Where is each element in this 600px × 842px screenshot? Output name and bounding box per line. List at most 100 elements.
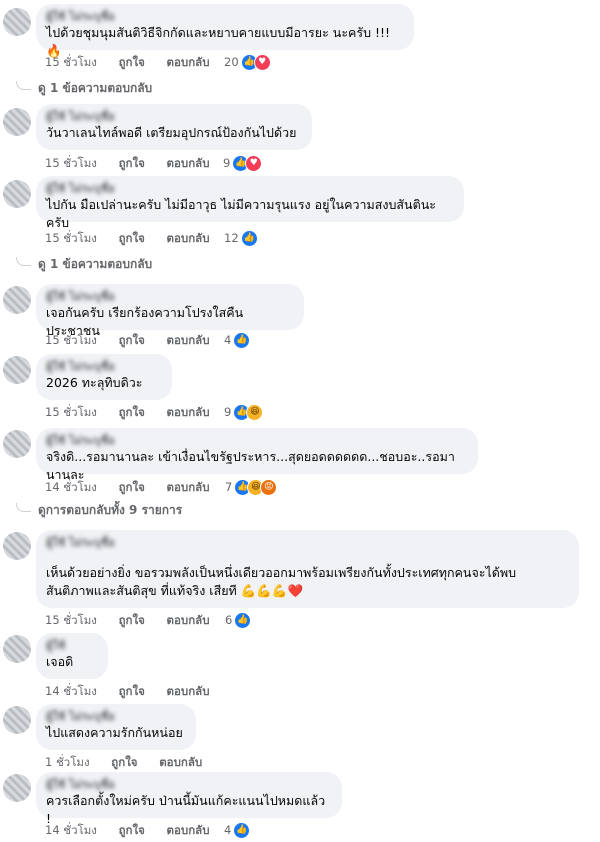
view-replies-link[interactable]: ดู 1 ข้อความตอบกลับ xyxy=(15,79,152,97)
reply-button[interactable]: ตอบกลับ xyxy=(167,480,210,494)
avatar[interactable] xyxy=(3,635,31,663)
comment-author[interactable]: ผู้ใช้ ไม่ระบุชื่อ xyxy=(46,10,404,24)
comment-bubble: ผู้ใช้ ไม่ระบุชื่อ 2026 ทะลุทิบดิวะ xyxy=(36,354,172,400)
reaction-summary[interactable]: 4 👍 xyxy=(224,821,251,839)
like-button[interactable]: ถูกใจ xyxy=(119,405,145,419)
reply-button[interactable]: ตอบกลับ xyxy=(167,156,210,170)
comment-actions: 15 ชั่วโมง ถูกใจ ตอบกลับ xyxy=(45,331,228,349)
comment-actions: 14 ชั่วโมง ถูกใจ ตอบกลับ xyxy=(45,682,228,700)
comment-bubble: ผู้ใช้ ไม่ระบุชื่อ วันวาเลนไทล์พอดี เตรี… xyxy=(36,104,312,150)
comment-author[interactable]: ผู้ใช้ ไม่ระบุชื่อ xyxy=(46,290,294,304)
comment-text-line-2: สันติภาพและสันติสุข ที่แท้จริง เสียที 💪💪… xyxy=(46,583,304,598)
like-button[interactable]: ถูกใจ xyxy=(119,333,145,347)
comment-time[interactable]: 14 ชั่วโมง xyxy=(45,684,97,698)
angry-reaction-icon: 😡 xyxy=(260,478,278,496)
comment-text: วันวาเลนไทล์พอดี เตรียมอุปกรณ์ป้องกันไปด… xyxy=(46,125,297,140)
comment-actions: 1 ชั่วโมง ถูกใจ ตอบกลับ xyxy=(45,753,220,771)
like-button[interactable]: ถูกใจ xyxy=(119,156,145,170)
comment-time[interactable]: 14 ชั่วโมง xyxy=(45,480,97,494)
reaction-count: 9 xyxy=(224,405,232,419)
comment-author[interactable]: ผู้ใช้ ไม่ระบุชื่อ xyxy=(46,710,186,724)
comment-text: 2026 ทะลุทิบดิวะ xyxy=(46,375,143,390)
reply-button[interactable]: ตอบกลับ xyxy=(167,823,210,837)
comment-time[interactable]: 15 ชั่วโมง xyxy=(45,333,97,347)
comment-bubble: ผู้ใช้ ไม่ระบุชื่อ เห็นด้วยอย่างยิ่ง ขอร… xyxy=(36,530,579,608)
avatar[interactable] xyxy=(3,356,31,384)
reaction-count: 20 xyxy=(224,55,239,69)
comment-bubble: ผู้ใช้ ไม่ระบุชื่อ จริงดิ...รอมานานละ เข… xyxy=(36,428,478,482)
comment-actions: 15 ชั่วโมง ถูกใจ ตอบกลับ xyxy=(45,611,228,629)
comment-time[interactable]: 15 ชั่วโมง xyxy=(45,405,97,419)
comment-time[interactable]: 15 ชั่วโมง xyxy=(45,231,97,245)
comment-author[interactable]: ผู้ใช้ ไม่ระบุชื่อ xyxy=(46,536,569,550)
reaction-summary[interactable]: 20 👍 ♥ xyxy=(224,53,271,71)
comment-author[interactable]: ผู้ใช้ ไม่ระบุชื่อ xyxy=(46,778,332,792)
comment-actions: 15 ชั่วโมง ถูกใจ ตอบกลับ xyxy=(45,403,228,421)
reaction-count: 9 xyxy=(223,156,231,170)
avatar[interactable] xyxy=(3,430,31,458)
reaction-count: 4 xyxy=(224,823,232,837)
like-reaction-icon: 👍 xyxy=(234,611,252,629)
comment-author[interactable]: ผู้ใช้ xyxy=(46,639,98,653)
reply-button[interactable]: ตอบกลับ xyxy=(159,755,202,769)
comment-bubble: ผู้ใช้ ไม่ระบุชื่อ ไปแสดงความรักกันหน่อย xyxy=(36,704,196,750)
reaction-count: 4 xyxy=(224,333,232,347)
avatar[interactable] xyxy=(3,532,31,560)
like-button[interactable]: ถูกใจ xyxy=(111,755,137,769)
avatar[interactable] xyxy=(3,180,31,208)
reply-button[interactable]: ตอบกลับ xyxy=(167,684,210,698)
love-reaction-icon: ♥ xyxy=(253,53,271,71)
reaction-summary[interactable]: 9 👍 😆 xyxy=(224,403,264,421)
comment-author[interactable]: ผู้ใช้ ไม่ระบุชื่อ xyxy=(46,182,454,196)
like-button[interactable]: ถูกใจ xyxy=(119,613,145,627)
comment-author[interactable]: ผู้ใช้ ไม่ระบุชื่อ xyxy=(46,110,302,124)
reaction-count: 6 xyxy=(225,613,233,627)
comment-author-subline xyxy=(46,550,166,564)
comment-bubble: ผู้ใช้ ไม่ระบุชื่อ ไปด้วยชุมนุมสันติวิธี… xyxy=(36,4,414,58)
like-reaction-icon: 👍 xyxy=(233,331,251,349)
comment-text-line-1: เห็นด้วยอย่างยิ่ง ขอรวมพลังเป็นหนึ่งเดีย… xyxy=(46,565,517,580)
avatar[interactable] xyxy=(3,108,31,136)
reaction-summary[interactable]: 4 👍 xyxy=(224,331,251,349)
view-replies-link[interactable]: ดู 1 ข้อความตอบกลับ xyxy=(15,255,152,273)
love-reaction-icon: ♥ xyxy=(245,154,263,172)
view-replies-link[interactable]: ดูการตอบกลับทั้ง 9 รายการ xyxy=(15,501,182,519)
like-button[interactable]: ถูกใจ xyxy=(119,684,145,698)
comment-author[interactable]: ผู้ใช้ ไม่ระบุชื่อ xyxy=(46,434,468,448)
like-button[interactable]: ถูกใจ xyxy=(119,55,145,69)
avatar[interactable] xyxy=(3,286,31,314)
reply-button[interactable]: ตอบกลับ xyxy=(167,405,210,419)
reaction-count: 12 xyxy=(224,231,239,245)
reaction-summary[interactable]: 6 👍 xyxy=(225,611,252,629)
avatar[interactable] xyxy=(3,706,31,734)
comment-author[interactable]: ผู้ใช้ ไม่ระบุชื่อ xyxy=(46,360,162,374)
reaction-summary[interactable]: 7 👍 😆 😡 xyxy=(225,478,278,496)
like-reaction-icon: 👍 xyxy=(233,821,251,839)
haha-reaction-icon: 😆 xyxy=(246,403,264,421)
like-reaction-icon: 👍 xyxy=(240,229,258,247)
comment-actions: 15 ชั่วโมง ถูกใจ ตอบกลับ xyxy=(45,154,228,172)
reply-button[interactable]: ตอบกลับ xyxy=(167,333,210,347)
avatar[interactable] xyxy=(3,8,31,36)
reply-button[interactable]: ตอบกลับ xyxy=(167,613,210,627)
comment-text: เจอดิ xyxy=(46,654,74,669)
reply-button[interactable]: ตอบกลับ xyxy=(167,55,210,69)
like-button[interactable]: ถูกใจ xyxy=(119,231,145,245)
comment-time[interactable]: 14 ชั่วโมง xyxy=(45,823,97,837)
comment-time[interactable]: 15 ชั่วโมง xyxy=(45,55,97,69)
reaction-summary[interactable]: 12 👍 xyxy=(224,229,258,247)
comment-time[interactable]: 15 ชั่วโมง xyxy=(45,156,97,170)
comment-time[interactable]: 1 ชั่วโมง xyxy=(45,755,90,769)
avatar[interactable] xyxy=(3,774,31,802)
reply-button[interactable]: ตอบกลับ xyxy=(167,231,210,245)
comment-bubble: ผู้ใช้ ไม่ระบุชื่อ เจอกันครับ เรียกร้องค… xyxy=(36,284,304,338)
reaction-summary[interactable]: 9 👍 ♥ xyxy=(223,154,263,172)
like-button[interactable]: ถูกใจ xyxy=(119,823,145,837)
comment-actions: 14 ชั่วโมง ถูกใจ ตอบกลับ xyxy=(45,478,228,496)
comment-time[interactable]: 15 ชั่วโมง xyxy=(45,613,97,627)
comment-bubble: ผู้ใช้ เจอดิ xyxy=(36,633,108,679)
comment-actions: 15 ชั่วโมง ถูกใจ ตอบกลับ xyxy=(45,229,228,247)
like-button[interactable]: ถูกใจ xyxy=(119,480,145,494)
comment-actions: 15 ชั่วโมง ถูกใจ ตอบกลับ xyxy=(45,53,228,71)
comment-bubble: ผู้ใช้ ไม่ระบุชื่อ ควรเลือกตั้งใหม่ครับ … xyxy=(36,772,342,826)
